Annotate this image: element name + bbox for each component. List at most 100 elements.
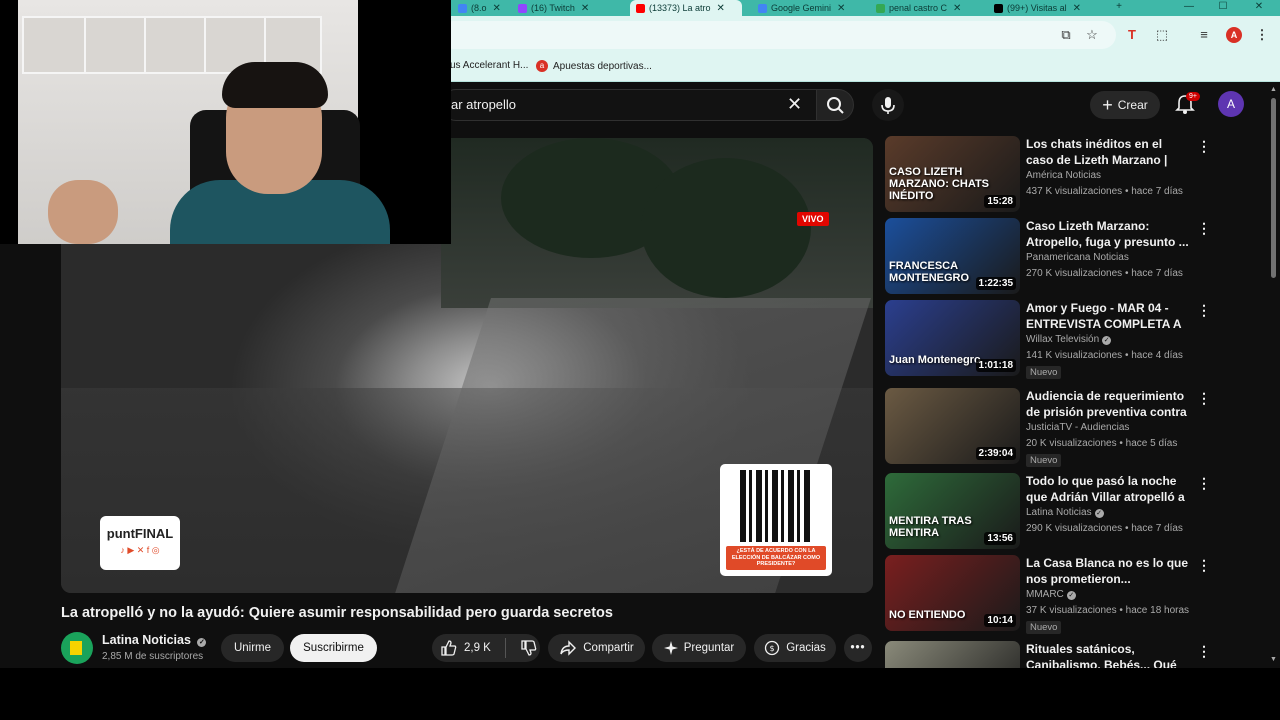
like-divider	[504, 638, 506, 658]
more-vertical-icon[interactable]: ⋮	[1197, 557, 1211, 574]
recommended-video-title[interactable]: Todo lo que pasó la noche que Adrián Vil…	[1026, 473, 1191, 505]
voice-search-button[interactable]	[872, 89, 904, 121]
browser-tab[interactable]: (99+) Visitas al ✕	[988, 0, 1100, 16]
recommended-video[interactable]: 2:39:04 Audiencia de requerimiento de pri…	[885, 388, 1211, 467]
recommended-video-title[interactable]: La Casa Blanca no es lo que nos prometie…	[1026, 555, 1191, 587]
tab-close-icon[interactable]: ✕	[493, 3, 501, 14]
close-window-icon[interactable]: ✕	[1244, 0, 1274, 16]
recommended-video[interactable]: MENTIRA TRAS MENTIRA 13:56 Todo lo que pas…	[885, 473, 1211, 551]
video-duration: 1:22:35	[975, 277, 1016, 290]
tab-close-icon[interactable]: ✕	[581, 3, 589, 14]
recommended-channel[interactable]: Panamericana Noticias	[1026, 252, 1129, 263]
page-scrollbar[interactable]: ▲ ▼	[1268, 86, 1278, 666]
share-button[interactable]: Compartir	[548, 634, 645, 662]
recommended-video-title[interactable]: Los chats inéditos en el caso de Lizeth …	[1026, 136, 1191, 168]
thanks-heart-icon: $	[765, 640, 780, 656]
clear-search-icon[interactable]: ✕	[787, 94, 802, 115]
search-input[interactable]: ar atropello ✕	[440, 89, 816, 121]
subscribe-button[interactable]: Suscribirme	[290, 634, 377, 662]
recommended-video[interactable]: Juan Montenegro 1:01:18 Amor y Fuego - MAR…	[885, 300, 1211, 379]
extensions-puzzle-icon[interactable]: ⬚	[1154, 27, 1170, 43]
recommended-stats: 20 K visualizaciones • hace 5 días	[1026, 438, 1178, 449]
video-thumbnail[interactable]: Juan Montenegro 1:01:18	[885, 300, 1020, 376]
webcam-person-hand	[48, 180, 118, 244]
join-button[interactable]: Unirme	[221, 634, 284, 662]
browser-tab[interactable]: (16) Twitch ✕	[512, 0, 624, 16]
maximize-icon[interactable]: ☐	[1208, 0, 1238, 16]
recommended-channel[interactable]: MMARC ✓	[1026, 589, 1076, 600]
video-thumbnail[interactable]: NO ENTIENDO 10:14	[885, 555, 1020, 631]
recommended-stats: 141 K visualizaciones • hace 4 días	[1026, 350, 1183, 361]
video-thumbnail[interactable]: 2:39:04	[885, 388, 1020, 464]
live-badge: VIVO	[797, 212, 829, 226]
verified-icon: ✓	[197, 638, 207, 647]
tab-close-icon[interactable]: ✕	[953, 3, 961, 14]
browser-tab[interactable]: Google Gemini ✕	[752, 0, 864, 16]
ask-button[interactable]: Preguntar	[652, 634, 746, 662]
recommended-video-title[interactable]: Audiencia de requerimiento de prisión pr…	[1026, 388, 1191, 420]
verified-icon: ✓	[1102, 336, 1112, 345]
recommended-video[interactable]: FRANCESCA MONTENEGRO 1:22:35 Caso Lizeth M…	[885, 218, 1211, 296]
recommended-video-title[interactable]: Caso Lizeth Marzano: Atropello, fuga y p…	[1026, 218, 1191, 250]
new-badge: Nuevo	[1026, 621, 1062, 634]
channel-name[interactable]: Latina Noticias ✓	[102, 633, 207, 647]
more-vertical-icon[interactable]: ⋮	[1197, 643, 1211, 660]
social-icons: ♪ ▶ ✕ f ◎	[120, 545, 160, 555]
recommended-video[interactable]: NO ENTIENDO 10:14 La Casa Blanca no es lo …	[885, 555, 1211, 634]
tab-close-icon[interactable]: ✕	[837, 3, 845, 14]
recommended-channel[interactable]: Latina Noticias ✓	[1026, 507, 1104, 518]
tab-close-icon[interactable]: ✕	[717, 3, 725, 14]
more-vertical-icon[interactable]: ⋮	[1197, 302, 1211, 319]
thumbnail-caption: NO ENTIENDO	[889, 608, 966, 621]
user-avatar[interactable]: A	[1218, 91, 1244, 117]
like-button[interactable]: 2,9 K	[440, 639, 491, 657]
browser-tab-active[interactable]: (13373) La atro ✕	[630, 0, 742, 16]
more-vertical-icon[interactable]: ⋮	[1197, 475, 1211, 492]
qr-code-overlay: ¿ESTÁ DE ACUERDO CON LA ELECCIÓN DE BALC…	[720, 464, 832, 576]
video-thumbnail[interactable]: MENTIRA TRAS MENTIRA 13:56	[885, 473, 1020, 549]
recommended-video[interactable]: CASO LIZETH MARZANO: CHATS INÉDITO 15:28 L…	[885, 136, 1211, 214]
new-badge: Nuevo	[1026, 454, 1062, 467]
recommended-channel-name: MMARC	[1026, 589, 1064, 600]
bookmark-star-icon[interactable]: ☆	[1084, 27, 1100, 43]
recommended-video-title[interactable]: Amor y Fuego - MAR 04 - ENTREVISTA COMPL…	[1026, 300, 1191, 332]
recommended-channel[interactable]: Willax Televisión ✓	[1026, 334, 1112, 345]
bookmark-item[interactable]: a Apuestas deportivas...	[536, 60, 652, 72]
browser-menu-icon[interactable]: ⋮	[1254, 27, 1270, 43]
new-tab-icon[interactable]: +	[1104, 0, 1134, 16]
more-actions-button[interactable]: •••	[844, 634, 872, 662]
like-dislike-group: 2,9 K	[432, 634, 540, 662]
address-bar[interactable]	[440, 21, 1116, 49]
subscriber-count: 2,85 M de suscriptores	[102, 651, 204, 662]
recommended-channel[interactable]: América Noticias	[1026, 170, 1101, 181]
video-title: La atropelló y no la ayudó: Quiere asumi…	[61, 605, 613, 621]
more-vertical-icon[interactable]: ⋮	[1197, 138, 1211, 155]
video-thumbnail[interactable]: CASO LIZETH MARZANO: CHATS INÉDITO 15:28	[885, 136, 1020, 212]
browser-tab[interactable]: penal castro C ✕	[870, 0, 982, 16]
search-button[interactable]	[816, 89, 854, 121]
scroll-down-icon[interactable]: ▼	[1270, 656, 1277, 663]
thanks-button[interactable]: $ Gracias	[754, 634, 836, 662]
recommended-channel[interactable]: JusticiaTV - Audiencias	[1026, 422, 1129, 433]
search-query: ar atropello	[451, 97, 517, 112]
browser-tab[interactable]: (8.o ✕	[452, 0, 508, 16]
minimize-icon[interactable]: —	[1174, 0, 1204, 16]
video-thumbnail[interactable]: FRANCESCA MONTENEGRO 1:22:35	[885, 218, 1020, 294]
more-vertical-icon[interactable]: ⋮	[1197, 390, 1211, 407]
bookmark-item[interactable]: us Accelerant H...	[450, 60, 528, 71]
create-button[interactable]: + Crear	[1090, 91, 1160, 119]
channel-avatar[interactable]	[61, 632, 93, 664]
install-app-icon[interactable]: ⧉	[1058, 27, 1074, 43]
share-icon	[560, 640, 577, 656]
video-duration: 2:39:04	[975, 447, 1016, 460]
more-vertical-icon[interactable]: ⋮	[1197, 220, 1211, 237]
scroll-up-icon[interactable]: ▲	[1270, 86, 1277, 93]
extension-icon[interactable]: T	[1124, 27, 1140, 43]
recommended-stats: 437 K visualizaciones • hace 7 días	[1026, 186, 1183, 197]
tab-close-icon[interactable]: ✕	[1073, 3, 1081, 14]
thumbs-down-icon[interactable]	[520, 639, 538, 657]
browser-profile-avatar[interactable]: A	[1226, 27, 1242, 43]
scrollbar-thumb[interactable]	[1271, 98, 1276, 278]
media-controls-icon[interactable]: ≡	[1196, 27, 1212, 43]
create-label: Crear	[1117, 98, 1148, 112]
